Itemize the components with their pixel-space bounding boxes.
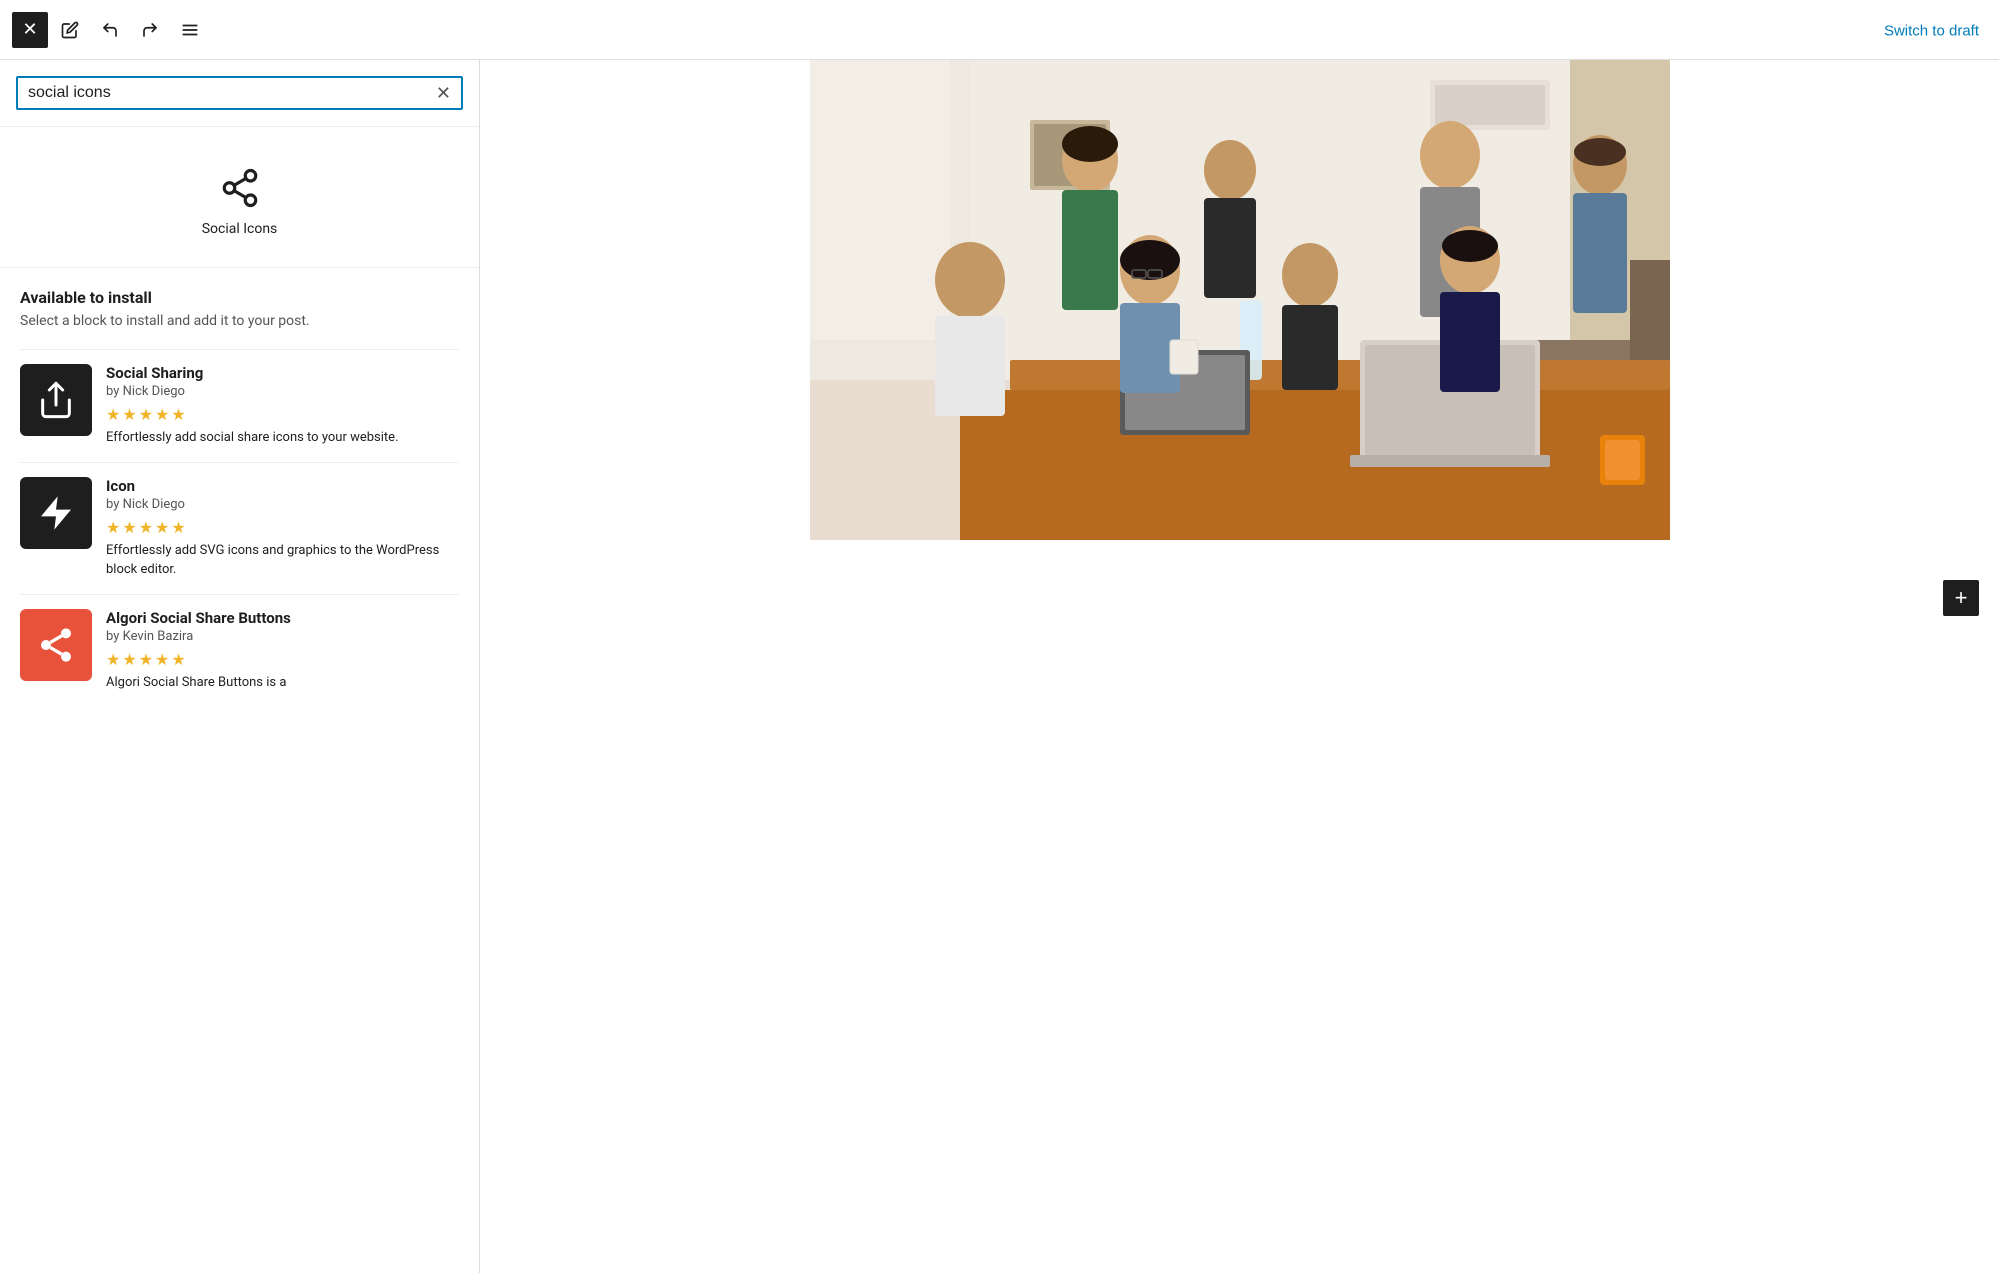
plugin-info-icon: Icon by Nick Diego ★ ★ ★ ★ ★ Effortlessl… <box>106 477 459 580</box>
close-icon: ✕ <box>22 19 37 40</box>
team-photo-svg <box>810 60 1670 540</box>
edit-button[interactable] <box>52 12 88 48</box>
available-section: Available to install Select a block to i… <box>0 268 479 706</box>
redo-button[interactable] <box>132 12 168 48</box>
star-4: ★ <box>155 518 169 537</box>
plugin-item-algori[interactable]: Algori Social Share Buttons by Kevin Baz… <box>20 594 459 707</box>
switch-to-draft-button[interactable]: Switch to draft <box>1884 22 1979 39</box>
toolbar-right: Switch to draft <box>1884 20 1979 39</box>
plugin-author-algori: by Kevin Bazira <box>106 629 459 644</box>
social-icons-block-result[interactable]: Social Icons <box>0 127 479 268</box>
plugin-stars-icon: ★ ★ ★ ★ ★ <box>106 518 459 537</box>
menu-button[interactable] <box>172 12 208 48</box>
plugin-stars-social-sharing: ★ ★ ★ ★ ★ <box>106 405 459 424</box>
undo-button[interactable] <box>92 12 128 48</box>
search-box: social icons ✕ <box>0 60 479 127</box>
star-5: ★ <box>171 650 185 669</box>
plugin-icon-icon <box>20 477 92 549</box>
toolbar: ✕ Switch <box>0 0 1999 60</box>
available-desc: Select a block to install and add it to … <box>20 313 459 329</box>
star-1: ★ <box>106 518 120 537</box>
plugin-author-social-sharing: by Nick Diego <box>106 384 459 399</box>
plugin-desc-algori: Algori Social Share Buttons is a <box>106 673 459 693</box>
redo-icon <box>141 21 159 39</box>
clear-icon: ✕ <box>436 83 451 103</box>
plugin-icon-algori <box>20 609 92 681</box>
social-icons-block-icon <box>219 167 261 209</box>
add-block-icon: + <box>1955 585 1968 611</box>
social-icons-block-name: Social Icons <box>202 221 278 237</box>
plugin-item-icon[interactable]: Icon by Nick Diego ★ ★ ★ ★ ★ Effortlessl… <box>20 462 459 594</box>
edit-icon <box>61 21 79 39</box>
plugin-desc-social-sharing: Effortlessly add social share icons to y… <box>106 428 459 448</box>
star-2: ★ <box>122 518 136 537</box>
main-layout: social icons ✕ Social Icons Availa <box>0 60 1999 1273</box>
close-button[interactable]: ✕ <box>12 12 48 48</box>
star-5: ★ <box>171 405 185 424</box>
star-4: ★ <box>155 650 169 669</box>
star-3: ★ <box>139 518 153 537</box>
right-panel: + <box>480 60 1999 1273</box>
plugin-info-algori: Algori Social Share Buttons by Kevin Baz… <box>106 609 459 693</box>
search-clear-button[interactable]: ✕ <box>436 84 451 102</box>
add-block-button[interactable]: + <box>1943 580 1979 616</box>
undo-icon <box>101 21 119 39</box>
available-title: Available to install <box>20 288 459 307</box>
plugin-desc-icon: Effortlessly add SVG icons and graphics … <box>106 541 459 580</box>
post-image <box>810 60 1670 540</box>
star-2: ★ <box>122 405 136 424</box>
search-input[interactable]: social icons <box>28 84 436 102</box>
star-4: ★ <box>155 405 169 424</box>
editor-content <box>480 60 1999 540</box>
plugin-name-social-sharing: Social Sharing <box>106 364 459 382</box>
plugin-name-algori: Algori Social Share Buttons <box>106 609 459 627</box>
plugin-name-icon: Icon <box>106 477 459 495</box>
left-panel: social icons ✕ Social Icons Availa <box>0 60 480 1273</box>
star-3: ★ <box>139 405 153 424</box>
star-5: ★ <box>171 518 185 537</box>
star-1: ★ <box>106 405 120 424</box>
plugin-item-social-sharing[interactable]: Social Sharing by Nick Diego ★ ★ ★ ★ ★ E… <box>20 349 459 462</box>
star-3: ★ <box>139 650 153 669</box>
menu-icon <box>181 21 199 39</box>
plugin-info-social-sharing: Social Sharing by Nick Diego ★ ★ ★ ★ ★ E… <box>106 364 459 448</box>
star-1: ★ <box>106 650 120 669</box>
plugin-stars-algori: ★ ★ ★ ★ ★ <box>106 650 459 669</box>
search-input-wrap: social icons ✕ <box>16 76 463 110</box>
plugin-icon-social-sharing <box>20 364 92 436</box>
star-2: ★ <box>122 650 136 669</box>
toolbar-left: ✕ <box>12 12 208 48</box>
plugin-author-icon: by Nick Diego <box>106 497 459 512</box>
